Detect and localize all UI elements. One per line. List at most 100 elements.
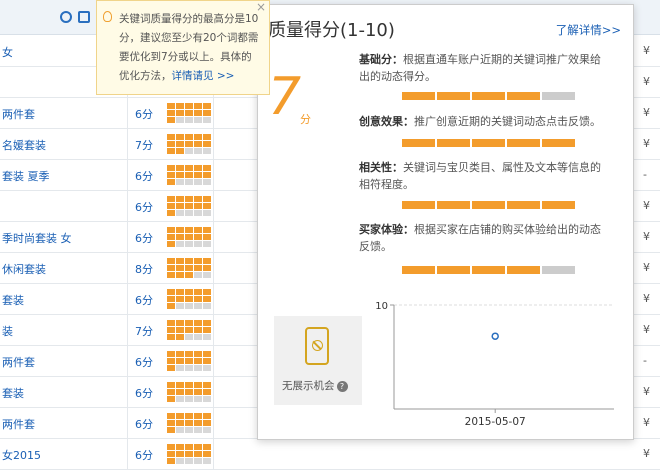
keyword-link[interactable]: 两件套	[2, 416, 35, 432]
row-price: ¥	[643, 261, 650, 274]
row-price: ¥	[643, 137, 650, 150]
metric-bar	[402, 266, 575, 274]
row-price: ¥	[643, 385, 650, 398]
metric-bar-segment	[472, 92, 505, 100]
row-score: 6分	[135, 294, 153, 307]
score-value: 7	[268, 67, 302, 127]
keyword-link[interactable]: 女2015	[2, 447, 41, 463]
metric-name: 创意效果	[359, 115, 403, 128]
column-divider	[213, 159, 214, 190]
close-icon[interactable]: ×	[256, 0, 266, 17]
row-price: -	[643, 168, 647, 181]
score-trend-chart: 10 2015-05-07	[375, 301, 614, 428]
column-divider	[127, 438, 128, 469]
tooltip-details-link[interactable]: 详情请见 >>	[172, 70, 235, 82]
row-price: ¥	[643, 416, 650, 429]
help-icon[interactable]: ?	[336, 381, 348, 392]
metric-bar-segment	[542, 139, 575, 147]
metric-bar-segment	[437, 201, 470, 209]
row-score: 6分	[135, 232, 153, 245]
column-divider	[127, 314, 128, 345]
metric-bar-segment	[542, 201, 575, 209]
row-score: 6分	[135, 170, 153, 183]
row-score: 6分	[135, 201, 153, 214]
metric-separator: ：	[392, 161, 403, 174]
column-divider	[213, 376, 214, 407]
column-divider	[213, 128, 214, 159]
x-tick-label: 2015-05-07	[465, 416, 526, 428]
metric-bar	[402, 201, 575, 209]
metric-separator: ：	[392, 53, 403, 66]
column-divider	[127, 159, 128, 190]
row-score: 6分	[135, 449, 153, 462]
column-divider	[127, 252, 128, 283]
popup-title: 质量得分(1-10)	[268, 20, 395, 41]
row-price: ¥	[643, 44, 650, 57]
globe-icon[interactable]	[60, 11, 72, 23]
score-unit: 分	[300, 113, 311, 126]
keyword-link[interactable]: 两件套	[2, 354, 35, 370]
row-price: ¥	[643, 447, 650, 460]
row-score: 6分	[135, 387, 153, 400]
row-score: 8分	[135, 263, 153, 276]
keyword-link[interactable]: 套装	[2, 292, 24, 308]
score-grid	[167, 382, 211, 402]
table-row: 女2015 6分 ¥	[0, 438, 660, 470]
row-price: ¥	[643, 323, 650, 336]
row-score: 7分	[135, 325, 153, 338]
ban-icon	[312, 340, 323, 351]
column-divider	[213, 190, 214, 221]
keyword-link[interactable]: 两件套	[2, 106, 35, 122]
keyword-link[interactable]: 装	[2, 323, 13, 339]
row-score: 6分	[135, 108, 153, 121]
quality-score-popup: 质量得分(1-10) 了解详情>> 7 分 基础分：根据直通车账户近期的关键词推…	[257, 4, 634, 440]
phone-icon[interactable]	[78, 11, 90, 23]
keyword-link[interactable]: 休闲套装	[2, 261, 46, 277]
metric-item: 创意效果：推广创意近期的关键词动态点击反馈。	[359, 113, 609, 130]
metric-bar	[402, 139, 575, 147]
score-grid	[167, 258, 211, 278]
column-divider	[127, 407, 128, 438]
metric-bar-segment	[402, 201, 435, 209]
metric-bar-segment	[507, 139, 540, 147]
row-score: 7分	[135, 139, 153, 152]
metric-item: 买家体验：根据买家在店铺的购买体验给出的动态反馈。	[359, 221, 609, 255]
score-grid	[167, 196, 211, 216]
metric-item: 基础分：根据直通车账户近期的关键词推广效果给出的动态得分。	[359, 51, 609, 85]
column-divider	[127, 345, 128, 376]
metric-bar-segment	[472, 266, 505, 274]
metric-separator: ：	[403, 223, 414, 236]
keyword-link[interactable]: 套装	[2, 385, 24, 401]
score-grid	[167, 165, 211, 185]
metric-bar-segment	[402, 139, 435, 147]
row-score: 6分	[135, 356, 153, 369]
keyword-link[interactable]: 季时尚套装 女	[2, 230, 72, 246]
metric-bar-segment	[507, 92, 540, 100]
column-divider	[127, 283, 128, 314]
column-divider	[127, 190, 128, 221]
column-divider	[213, 97, 214, 128]
learn-more-link[interactable]: 了解详情>>	[556, 22, 621, 38]
no-display-label: 无展示机会	[282, 380, 335, 392]
score-grid	[167, 134, 211, 154]
metric-bar-segment	[472, 139, 505, 147]
metric-desc: 推广创意近期的关键词动态点击反馈。	[414, 115, 601, 128]
y-tick-label: 10	[375, 301, 388, 312]
score-grid	[167, 320, 211, 340]
score-grid	[167, 351, 211, 371]
column-divider	[213, 283, 214, 314]
metric-bar-segment	[542, 266, 575, 274]
row-price: ¥	[643, 292, 650, 305]
metric-bar-segment	[402, 92, 435, 100]
row-price: ¥	[643, 199, 650, 212]
metric-name: 基础分	[359, 53, 392, 66]
keyword-link[interactable]: 名媛套装	[2, 137, 46, 153]
column-divider	[213, 407, 214, 438]
metric-name: 相关性	[359, 161, 392, 174]
metric-bar	[402, 92, 575, 100]
score-grid	[167, 289, 211, 309]
metric-bar-segment	[437, 139, 470, 147]
data-point	[491, 332, 499, 340]
keyword-link[interactable]: 女	[2, 44, 13, 60]
keyword-link[interactable]: 套装 夏季	[2, 168, 50, 184]
